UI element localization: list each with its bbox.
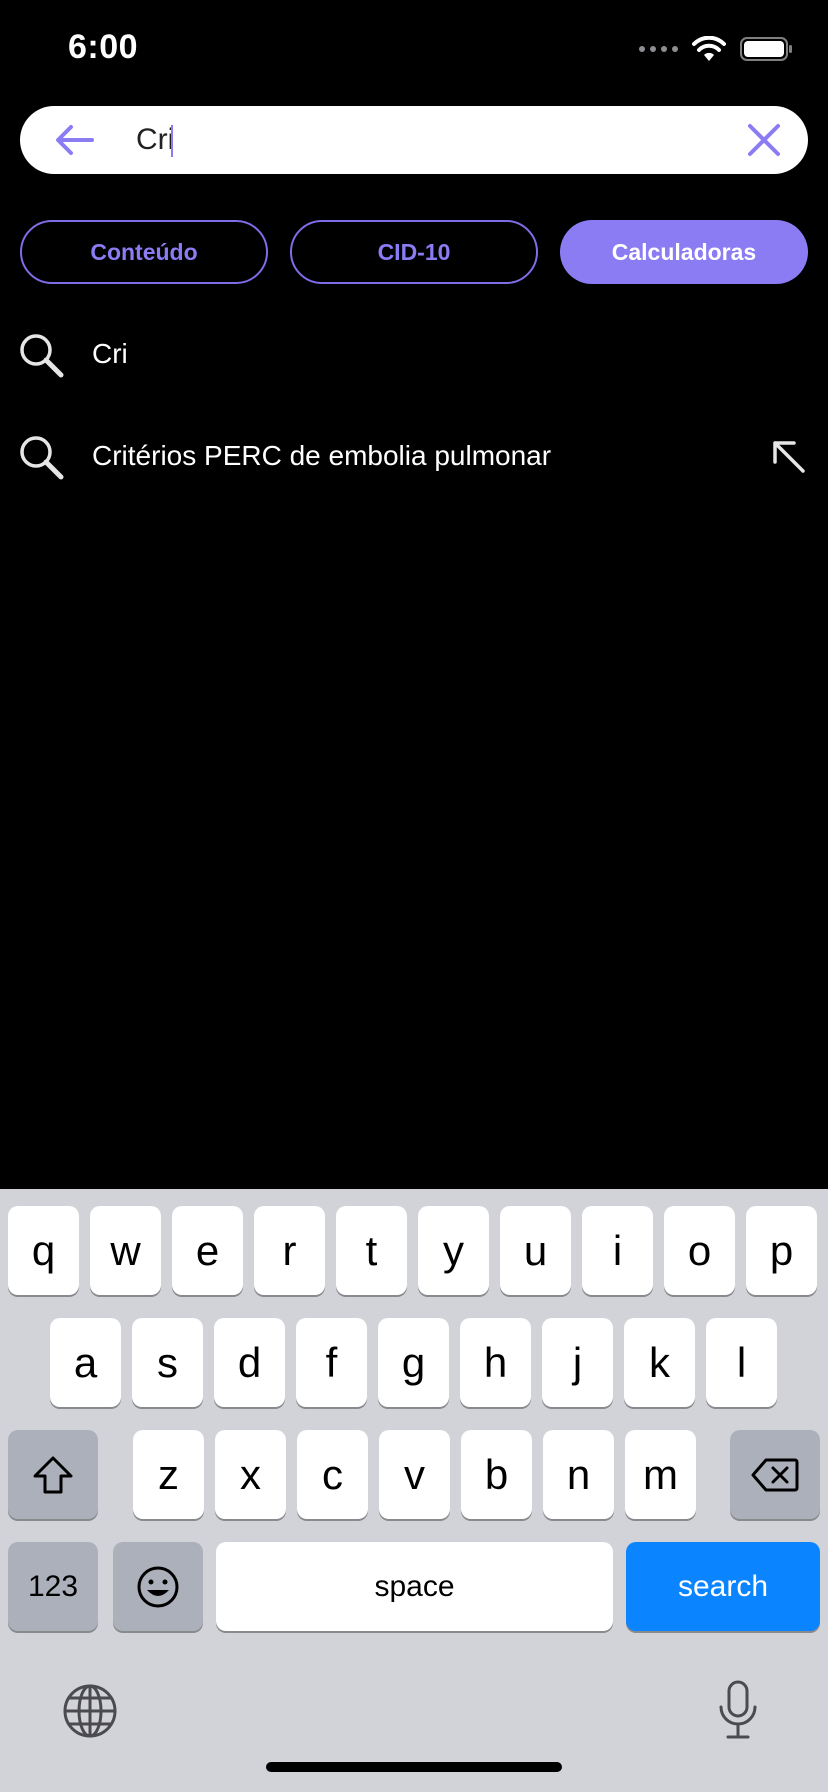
key-a[interactable]: a [50,1318,121,1407]
key-l[interactable]: l [706,1318,777,1407]
key-d[interactable]: d [214,1318,285,1407]
cellular-signal-icon [639,46,678,52]
suggestion-item[interactable]: Critérios PERC de embolia pulmonar [0,416,828,496]
key-b[interactable]: b [461,1430,532,1519]
key-label: j [572,1338,583,1386]
key-t[interactable]: t [336,1206,407,1295]
key-label: t [365,1226,378,1274]
backspace-key[interactable] [730,1430,820,1519]
text-caret [171,125,173,157]
key-label: x [240,1450,261,1498]
suggestion-text: Cri [92,338,128,369]
search-icon [20,436,64,480]
emoji-icon [137,1566,179,1607]
key-v[interactable]: v [379,1430,450,1519]
key-label: b [484,1450,509,1498]
key-label: k [649,1338,670,1386]
key-label: e [195,1226,220,1274]
key-g[interactable]: g [378,1318,449,1407]
filter-chip-label: Conteúdo [90,238,198,265]
key-label: q [31,1226,56,1274]
status-icons [639,36,794,62]
key-f[interactable]: f [296,1318,367,1407]
status-bar: 6:00 [0,0,828,100]
key-label: d [237,1338,262,1386]
key-h[interactable]: h [460,1318,531,1407]
filter-chip-cid10[interactable]: CID-10 [290,220,538,284]
search-input[interactable] [116,106,736,174]
clear-search-button[interactable] [744,120,784,160]
key-label: a [73,1338,98,1386]
home-indicator [266,1762,562,1772]
wifi-icon [692,36,726,61]
search-key[interactable]: search [626,1542,820,1631]
key-label: n [566,1450,591,1498]
key-label: m [643,1450,678,1498]
shift-key[interactable] [8,1430,98,1519]
filter-chip-calculadoras[interactable]: Calculadoras [560,220,808,284]
globe-icon[interactable] [62,1683,118,1739]
key-k[interactable]: k [624,1318,695,1407]
key-label: z [158,1450,179,1498]
key-label: f [325,1338,338,1386]
key-label: y [443,1226,464,1274]
key-n[interactable]: n [543,1430,614,1519]
key-s[interactable]: s [132,1318,203,1407]
key-i[interactable]: i [582,1206,653,1295]
filter-chip-label: CID-10 [377,238,451,265]
key-r[interactable]: r [254,1206,325,1295]
space-key[interactable]: space [216,1542,613,1631]
key-label: h [483,1338,508,1386]
status-time: 6:00 [68,28,139,66]
close-icon [748,124,780,156]
microphone-icon[interactable] [716,1679,760,1743]
suggestion-item[interactable]: Cri [0,314,828,394]
key-label: c [322,1450,343,1498]
key-label: o [687,1226,712,1274]
key-label: l [736,1338,747,1386]
search-bar [20,106,808,174]
key-label: g [401,1338,426,1386]
key-label: u [523,1226,548,1274]
numbers-key[interactable]: 123 [8,1542,98,1631]
backspace-icon [751,1458,799,1491]
key-j[interactable]: j [542,1318,613,1407]
key-label: i [612,1226,623,1274]
key-x[interactable]: x [215,1430,286,1519]
key-z[interactable]: z [133,1430,204,1519]
key-label: r [282,1226,297,1274]
key-e[interactable]: e [172,1206,243,1295]
key-label: w [110,1226,141,1274]
key-label: v [404,1450,425,1498]
filter-chips: Conteúdo CID-10 Calculadoras [20,220,808,284]
space-key-label: space [374,1569,455,1603]
filter-chip-label: Calculadoras [611,238,757,265]
key-o[interactable]: o [664,1206,735,1295]
shift-icon [33,1456,73,1493]
emoji-key[interactable] [113,1542,203,1631]
key-q[interactable]: q [8,1206,79,1295]
numbers-key-label: 123 [27,1569,79,1603]
key-label: s [157,1338,178,1386]
key-label: p [769,1226,794,1274]
key-u[interactable]: u [500,1206,571,1295]
fill-query-arrow-icon[interactable] [770,438,806,474]
key-m[interactable]: m [625,1430,696,1519]
key-y[interactable]: y [418,1206,489,1295]
suggestion-text: Critérios PERC de embolia pulmonar [92,440,552,471]
key-p[interactable]: p [746,1206,817,1295]
filter-chip-conteudo[interactable]: Conteúdo [20,220,268,284]
key-w[interactable]: w [90,1206,161,1295]
search-key-label: search [677,1569,769,1603]
back-button[interactable] [46,120,102,160]
arrow-left-icon [56,125,94,155]
battery-icon [740,37,792,61]
key-c[interactable]: c [297,1430,368,1519]
keyboard: q w e r t y u i o p a s d f g h j k l z x c v b n m 123 space s… [0,1189,828,1792]
search-icon [20,334,64,378]
